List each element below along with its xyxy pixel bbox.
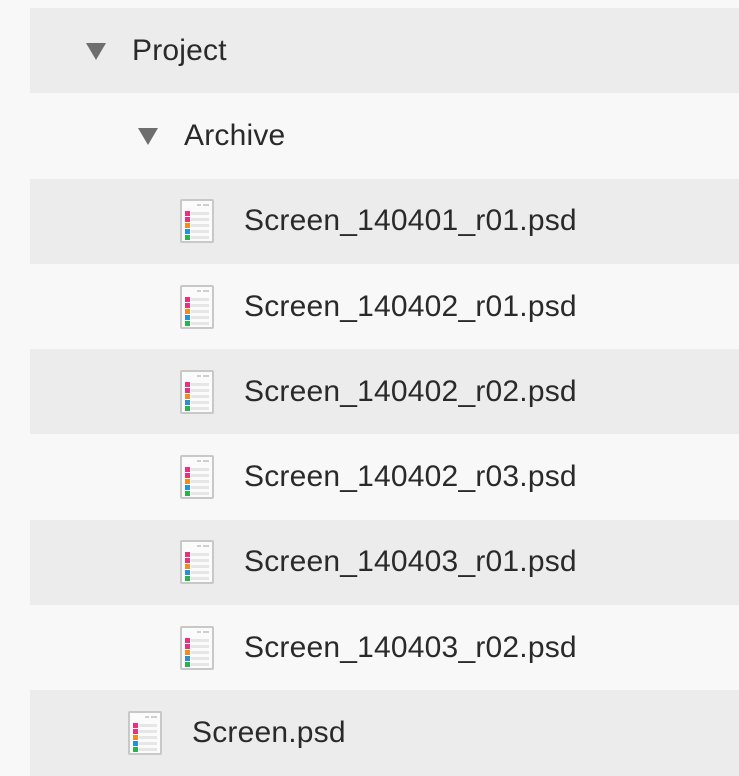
psd-file-icon (180, 540, 214, 585)
file-label: Screen_140403_r02.psd (244, 630, 577, 664)
tree-file-item[interactable]: Screen_140402_r02.psd (30, 349, 739, 435)
folder-label: Archive (184, 118, 286, 152)
file-label: Screen_140402_r01.psd (244, 289, 577, 323)
file-label: Screen_140403_r01.psd (244, 545, 577, 579)
triangle-down-icon[interactable] (86, 43, 106, 61)
file-label: Screen.psd (192, 716, 346, 750)
psd-file-icon (180, 625, 214, 670)
tree-file-item[interactable]: Screen_140403_r02.psd (30, 605, 739, 691)
psd-file-icon (180, 284, 214, 329)
file-label: Screen_140402_r02.psd (244, 374, 577, 408)
tree-file-item[interactable]: Screen_140403_r01.psd (30, 519, 739, 606)
psd-file-icon (180, 455, 214, 500)
file-label: Screen_140401_r01.psd (244, 204, 577, 238)
file-tree: Project Archive Screen_140401_r01.psd Sc… (30, 8, 739, 776)
psd-file-icon (180, 199, 214, 244)
tree-file-item[interactable]: Screen_140401_r01.psd (30, 178, 739, 264)
tree-file-item[interactable]: Screen_140402_r03.psd (30, 434, 739, 520)
tree-folder-project[interactable]: Project (30, 8, 739, 94)
triangle-down-icon[interactable] (138, 128, 158, 146)
tree-file-item[interactable]: Screen.psd (30, 690, 739, 776)
psd-file-icon (180, 369, 214, 414)
psd-file-icon (128, 711, 162, 756)
file-label: Screen_140402_r03.psd (244, 460, 577, 494)
tree-file-item[interactable]: Screen_140402_r01.psd (30, 263, 739, 350)
folder-label: Project (132, 33, 227, 67)
tree-folder-archive[interactable]: Archive (30, 93, 739, 179)
